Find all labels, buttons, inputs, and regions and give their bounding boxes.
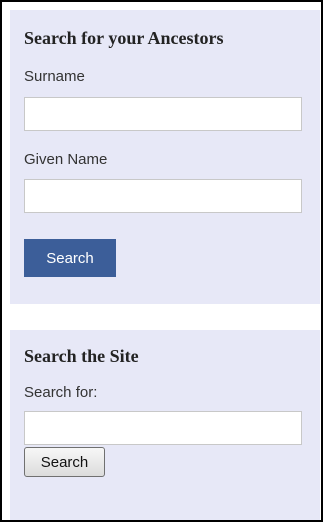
site-search-input[interactable] [24,411,302,445]
widget-frame: Search for your Ancestors Surname Given … [0,0,323,522]
site-search-button[interactable]: Search [24,447,105,477]
ancestor-search-panel: Search for your Ancestors Surname Given … [10,10,320,304]
given-name-label: Given Name [24,151,108,168]
site-search-panel: Search the Site Search for: Search [10,330,320,520]
ancestor-search-button[interactable]: Search [24,239,116,277]
ancestor-search-title: Search for your Ancestors [24,28,224,48]
search-for-label: Search for: [24,384,98,401]
surname-label: Surname [24,68,85,85]
surname-input[interactable] [24,97,302,131]
site-search-title: Search the Site [24,346,139,366]
given-name-input[interactable] [24,179,302,213]
